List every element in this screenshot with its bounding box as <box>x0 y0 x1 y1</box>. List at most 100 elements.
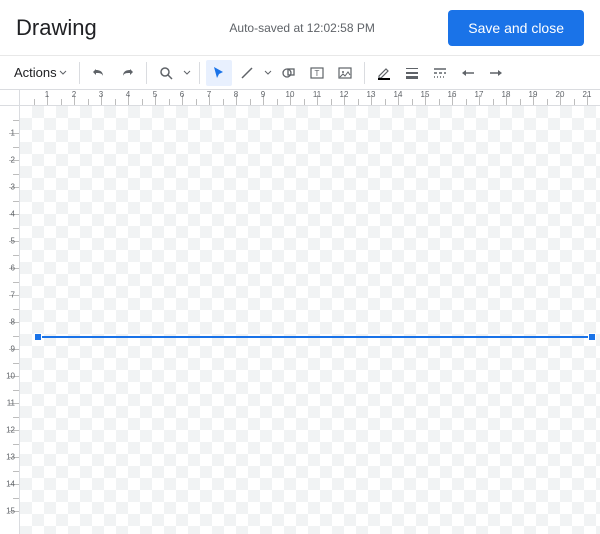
ruler-label: 13 <box>367 90 376 99</box>
textbox-tool-button[interactable]: T <box>304 60 330 86</box>
ruler-label: 2 <box>72 90 76 99</box>
ruler-tick-minor <box>13 417 19 418</box>
drawing-canvas[interactable] <box>20 106 600 534</box>
ruler-tick-minor <box>13 471 19 472</box>
line-tool-dropdown[interactable] <box>262 69 274 77</box>
ruler-label: 9 <box>11 345 15 354</box>
ruler-tick-minor <box>169 99 170 105</box>
line-start-icon <box>460 65 476 81</box>
image-tool-button[interactable] <box>332 60 358 86</box>
redo-button[interactable] <box>114 60 140 86</box>
line-color-button[interactable] <box>371 60 397 86</box>
line-start-button[interactable] <box>455 60 481 86</box>
svg-text:T: T <box>314 69 319 78</box>
selection-handle-end[interactable] <box>588 333 596 341</box>
ruler-label: 15 <box>6 507 15 516</box>
textbox-icon: T <box>309 65 325 81</box>
ruler-tick-minor <box>115 99 116 105</box>
toolbar: Actions T <box>0 56 600 90</box>
dialog-title: Drawing <box>16 15 156 41</box>
ruler-tick-minor <box>13 498 19 499</box>
workspace: 123456789101112131415161718192021 123456… <box>0 90 600 534</box>
line-icon <box>239 65 255 81</box>
ruler-tick-minor <box>13 444 19 445</box>
ruler-tick-minor <box>196 99 197 105</box>
zoom-dropdown[interactable] <box>181 69 193 77</box>
ruler-label: 4 <box>126 90 130 99</box>
undo-button[interactable] <box>86 60 112 86</box>
line-weight-button[interactable] <box>399 60 425 86</box>
ruler-label: 11 <box>313 90 321 99</box>
line-end-icon <box>488 65 504 81</box>
undo-icon <box>91 65 107 81</box>
ruler-tick-minor <box>13 336 19 337</box>
line-tool-button[interactable] <box>234 60 260 86</box>
ruler-label: 19 <box>529 90 538 99</box>
ruler-horizontal: 123456789101112131415161718192021 <box>20 90 600 106</box>
separator <box>199 62 200 84</box>
chevron-down-icon <box>59 69 67 77</box>
ruler-tick-minor <box>223 99 224 105</box>
ruler-label: 9 <box>261 90 265 99</box>
shape-tool-button[interactable] <box>276 60 302 86</box>
ruler-label: 20 <box>556 90 565 99</box>
selected-line-shape[interactable] <box>38 336 592 338</box>
ruler-tick-minor <box>13 363 19 364</box>
selection-handle-start[interactable] <box>34 333 42 341</box>
line-weight-icon <box>404 65 420 81</box>
ruler-label: 16 <box>448 90 457 99</box>
ruler-tick-minor <box>520 99 521 105</box>
actions-menu-button[interactable]: Actions <box>8 60 73 86</box>
line-dash-icon <box>432 65 448 81</box>
ruler-label: 1 <box>11 129 15 138</box>
line-end-button[interactable] <box>483 60 509 86</box>
ruler-label: 10 <box>286 90 295 99</box>
chevron-down-icon <box>183 69 191 77</box>
autosave-status: Auto-saved at 12:02:58 PM <box>156 21 448 35</box>
save-and-close-button[interactable]: Save and close <box>448 10 584 46</box>
ruler-tick-minor <box>13 201 19 202</box>
ruler-label: 4 <box>11 210 15 219</box>
ruler-label: 21 <box>583 90 592 99</box>
ruler-tick-minor <box>13 282 19 283</box>
ruler-label: 18 <box>502 90 511 99</box>
ruler-tick-minor <box>34 99 35 105</box>
ruler-label: 6 <box>180 90 184 99</box>
magnifier-icon <box>158 65 174 81</box>
ruler-label: 8 <box>234 90 238 99</box>
ruler-tick-minor <box>88 99 89 105</box>
ruler-tick-minor <box>13 120 19 121</box>
ruler-tick-minor <box>547 99 548 105</box>
ruler-label: 2 <box>11 156 15 165</box>
ruler-tick-minor <box>574 99 575 105</box>
separator <box>364 62 365 84</box>
ruler-label: 14 <box>6 480 15 489</box>
shape-icon <box>281 65 297 81</box>
ruler-label: 12 <box>6 426 15 435</box>
ruler-label: 3 <box>99 90 103 99</box>
redo-icon <box>119 65 135 81</box>
select-tool-button[interactable] <box>206 60 232 86</box>
ruler-label: 15 <box>421 90 430 99</box>
ruler-label: 7 <box>11 291 15 300</box>
chevron-down-icon <box>264 69 272 77</box>
ruler-tick-minor <box>13 309 19 310</box>
ruler-tick-minor <box>13 255 19 256</box>
pencil-icon <box>376 65 392 81</box>
cursor-icon <box>212 66 226 80</box>
ruler-label: 8 <box>11 318 15 327</box>
ruler-tick-minor <box>61 99 62 105</box>
zoom-button[interactable] <box>153 60 179 86</box>
ruler-tick-minor <box>13 390 19 391</box>
ruler-tick-minor <box>250 99 251 105</box>
ruler-tick-minor <box>13 228 19 229</box>
separator <box>146 62 147 84</box>
ruler-tick-minor <box>142 99 143 105</box>
ruler-tick-minor <box>385 99 386 105</box>
line-dash-button[interactable] <box>427 60 453 86</box>
ruler-tick-minor <box>13 147 19 148</box>
ruler-label: 5 <box>11 237 15 246</box>
ruler-tick-minor <box>493 99 494 105</box>
ruler-corner <box>0 90 20 106</box>
ruler-label: 17 <box>475 90 484 99</box>
